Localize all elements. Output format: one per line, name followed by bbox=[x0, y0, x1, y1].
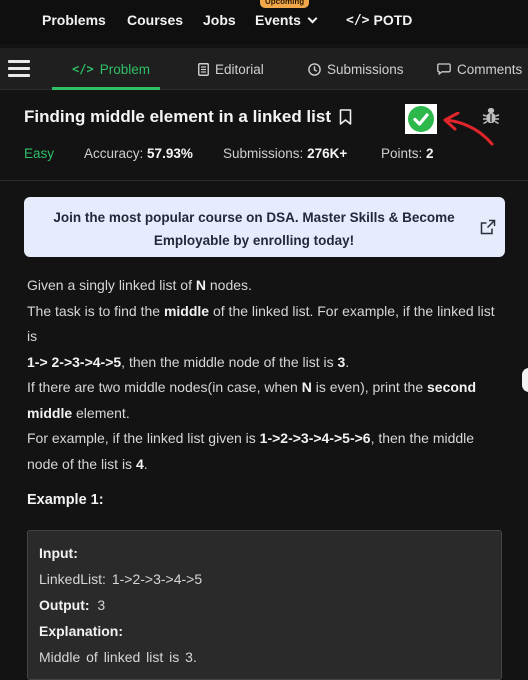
clock-icon bbox=[308, 62, 321, 76]
nav-courses[interactable]: Courses bbox=[127, 12, 183, 28]
top-navigation: Problems Courses Jobs Upcoming Events </… bbox=[0, 0, 528, 44]
desc-line-1: Given a singly linked list of N nodes. bbox=[27, 277, 252, 293]
accuracy-value: 57.93% bbox=[147, 146, 193, 161]
scroll-handle[interactable] bbox=[522, 368, 528, 392]
active-tab-indicator bbox=[52, 87, 160, 90]
accuracy-label: Accuracy: bbox=[84, 146, 144, 161]
points-value: 2 bbox=[426, 146, 434, 161]
banner-text: Join the most popular course on DSA. Mas… bbox=[53, 210, 455, 248]
menu-icon[interactable] bbox=[8, 60, 30, 78]
nav-potd-label: POTD bbox=[373, 12, 413, 28]
tab-comments-label: Comments bbox=[457, 61, 523, 77]
input-value: LinkedList: 1->2->3->4->5 bbox=[39, 571, 203, 587]
points-stat: Points: 2 bbox=[381, 146, 434, 161]
input-label: Input: bbox=[39, 545, 78, 561]
explanation-value: Middle of linked list is 3. bbox=[39, 649, 197, 665]
upcoming-badge: Upcoming bbox=[260, 0, 310, 8]
submissions-stat: Submissions: 276K+ bbox=[223, 146, 347, 161]
chevron-down-icon bbox=[307, 13, 318, 23]
course-promo-banner[interactable]: Join the most popular course on DSA. Mas… bbox=[24, 197, 505, 257]
example-box: Input: LinkedList: 1->2->3->4->5 Output:… bbox=[27, 530, 502, 680]
points-label: Points: bbox=[381, 146, 423, 161]
nav-jobs-label: Jobs bbox=[203, 12, 236, 28]
submissions-value: 276K+ bbox=[307, 146, 348, 161]
tab-comments[interactable]: Comments bbox=[437, 48, 522, 90]
desc-line-4: If there are two middle nodes(in case, w… bbox=[27, 379, 477, 421]
desc-line-5: For example, if the linked list given is… bbox=[27, 430, 475, 472]
tab-submissions-label: Submissions bbox=[327, 61, 404, 77]
example-heading: Example 1: bbox=[27, 492, 104, 508]
external-link-icon[interactable] bbox=[480, 219, 496, 235]
tab-submissions[interactable]: Submissions bbox=[308, 48, 404, 90]
accuracy-stat: Accuracy: 57.93% bbox=[84, 146, 193, 161]
desc-line-3: 1-> 2->3->4->5, then the middle node of … bbox=[27, 353, 350, 370]
nav-jobs[interactable]: Jobs bbox=[203, 12, 236, 28]
bug-report-icon[interactable] bbox=[482, 106, 500, 126]
nav-potd[interactable]: </> POTD bbox=[346, 12, 412, 28]
tab-problem[interactable]: </> Problem bbox=[72, 48, 150, 90]
solved-status bbox=[405, 104, 437, 134]
output-label: Output: bbox=[39, 597, 90, 613]
output-value: 3 bbox=[97, 597, 106, 613]
tab-editorial-label: Editorial bbox=[215, 61, 264, 77]
header-divider bbox=[0, 180, 528, 181]
tab-problem-label: Problem bbox=[99, 61, 150, 77]
problem-description: Given a singly linked list of N nodes. T… bbox=[27, 273, 507, 477]
desc-line-2: The task is to find the middle of the li… bbox=[27, 302, 495, 345]
difficulty-badge: Easy bbox=[24, 146, 55, 161]
nav-problems-label: Problems bbox=[42, 12, 106, 28]
nav-courses-label: Courses bbox=[127, 12, 184, 28]
submissions-label: Submissions: bbox=[223, 146, 304, 161]
code-icon: </> bbox=[72, 62, 94, 76]
document-icon bbox=[198, 62, 209, 76]
nav-events[interactable]: Events bbox=[255, 12, 318, 28]
nav-events-label: Events bbox=[255, 12, 301, 28]
problem-tabbar: </> Problem Editorial Submissions Commen… bbox=[0, 48, 528, 90]
chat-bubble-icon bbox=[437, 63, 451, 75]
tab-editorial[interactable]: Editorial bbox=[198, 48, 264, 90]
explanation-label: Explanation: bbox=[39, 623, 124, 639]
check-circle-icon bbox=[408, 106, 434, 132]
bookmark-icon[interactable] bbox=[339, 109, 352, 125]
nav-problems[interactable]: Problems bbox=[42, 12, 106, 28]
code-slash-icon: </> bbox=[346, 12, 370, 28]
problem-title: Finding middle element in a linked list bbox=[24, 107, 331, 126]
output-row: Output: 3 bbox=[39, 597, 105, 613]
